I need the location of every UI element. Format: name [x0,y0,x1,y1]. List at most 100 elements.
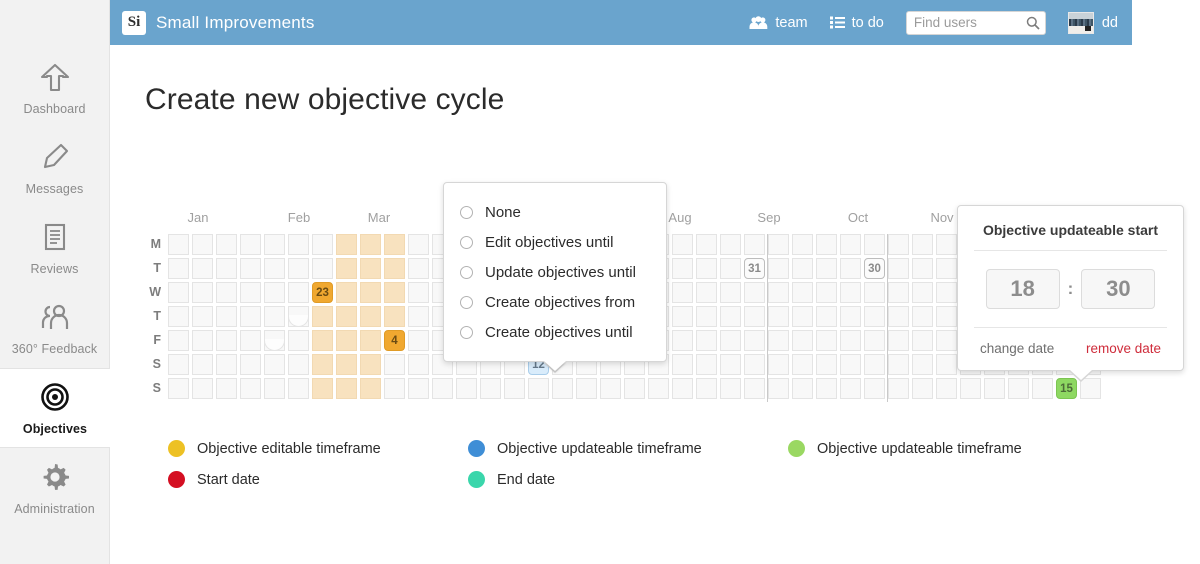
calendar-day-cell[interactable] [408,378,429,399]
calendar-week-column[interactable]: 23 [312,234,336,402]
calendar-week-column[interactable] [192,234,216,402]
calendar-day-cell[interactable] [912,354,933,375]
calendar-day-cell[interactable] [816,330,837,351]
calendar-day-cell[interactable] [480,378,501,399]
sidebar-item-administration[interactable]: Administration [0,448,109,528]
calendar-day-cell[interactable] [768,354,789,375]
calendar-day-cell[interactable] [384,354,405,375]
calendar-day-cell[interactable] [216,234,237,255]
calendar-day-cell[interactable] [192,330,213,351]
calendar-day-cell[interactable] [696,330,717,351]
calendar-day-cell[interactable] [960,378,981,399]
calendar-day-cell[interactable] [840,330,861,351]
radio-option-2[interactable]: Update objectives until [444,257,666,287]
calendar-day-cell[interactable] [240,378,261,399]
calendar-day-cell[interactable] [264,282,285,303]
calendar-day-cell[interactable] [552,378,573,399]
calendar-day-cell[interactable] [216,330,237,351]
calendar-day-cell[interactable] [672,330,693,351]
sidebar-item-reviews[interactable]: Reviews [0,208,109,288]
calendar-day-cell[interactable] [240,258,261,279]
calendar-day-cell[interactable] [840,378,861,399]
calendar-day-cell[interactable] [912,258,933,279]
calendar-day-cell[interactable] [192,306,213,327]
calendar-day-cell[interactable] [936,378,957,399]
calendar-day-cell[interactable] [816,306,837,327]
calendar-day-cell[interactable] [744,306,765,327]
calendar-week-column[interactable] [216,234,240,402]
calendar-day-cell[interactable] [936,330,957,351]
calendar-day-cell[interactable] [528,378,549,399]
calendar-day-cell[interactable] [888,354,909,375]
calendar-day-cell[interactable] [744,234,765,255]
team-link[interactable]: team [749,15,808,31]
sidebar-item-messages[interactable]: Messages [0,128,109,208]
calendar-day-cell[interactable] [360,234,381,255]
calendar-day-cell[interactable] [288,378,309,399]
calendar-day-cell[interactable] [672,378,693,399]
calendar-day-cell[interactable] [984,378,1005,399]
calendar-day-cell[interactable] [648,378,669,399]
calendar-day-cell[interactable] [768,282,789,303]
calendar-day-cell[interactable] [312,330,333,351]
radio-option-3[interactable]: Create objectives from [444,287,666,317]
calendar-week-column[interactable] [768,234,792,402]
calendar-day-cell[interactable] [168,234,189,255]
calendar-week-column[interactable] [336,234,360,402]
calendar-day-cell[interactable] [744,330,765,351]
calendar-day-cell[interactable] [696,282,717,303]
calendar-day-cell[interactable] [744,282,765,303]
calendar-day-cell[interactable] [336,354,357,375]
todo-link[interactable]: to do [829,15,884,31]
calendar-day-cell[interactable] [792,330,813,351]
calendar-day-cell[interactable] [936,306,957,327]
calendar-day-cell[interactable] [360,282,381,303]
calendar-day-cell[interactable] [888,378,909,399]
calendar-day-cell[interactable] [192,234,213,255]
calendar-day-cell[interactable] [240,354,261,375]
calendar-day-cell[interactable] [312,258,333,279]
calendar-day-cell[interactable] [720,306,741,327]
calendar-day-cell[interactable] [768,306,789,327]
calendar-date-marker[interactable]: 31 [744,258,765,279]
calendar-day-cell[interactable] [696,354,717,375]
calendar-day-cell[interactable] [168,258,189,279]
calendar-day-cell[interactable] [936,258,957,279]
search-icon[interactable] [1026,16,1040,35]
calendar-day-cell[interactable] [864,354,885,375]
calendar-day-cell[interactable] [408,306,429,327]
minutes-field[interactable]: 30 [1081,269,1156,309]
calendar-day-cell[interactable] [864,306,885,327]
calendar-week-column[interactable] [672,234,696,402]
calendar-week-column[interactable] [696,234,720,402]
radio-button-icon[interactable] [460,295,473,309]
calendar-day-cell[interactable] [240,234,261,255]
calendar-day-cell[interactable] [744,378,765,399]
calendar-day-cell[interactable] [336,258,357,279]
calendar-day-cell[interactable] [768,234,789,255]
calendar-week-column[interactable] [792,234,816,402]
calendar-day-cell[interactable] [768,378,789,399]
calendar-day-cell[interactable] [720,258,741,279]
calendar-day-cell[interactable] [192,354,213,375]
calendar-day-cell[interactable] [288,234,309,255]
calendar-week-column[interactable]: 31 [744,234,768,402]
calendar-day-cell[interactable] [840,282,861,303]
calendar-day-cell[interactable] [672,282,693,303]
calendar-day-cell[interactable] [912,330,933,351]
calendar-day-cell[interactable] [1008,378,1029,399]
user-menu[interactable]: dd [1067,11,1118,34]
calendar-day-cell[interactable] [384,258,405,279]
calendar-day-cell[interactable] [408,282,429,303]
calendar-day-cell[interactable] [840,258,861,279]
calendar-day-cell[interactable] [384,378,405,399]
calendar-day-cell[interactable] [336,378,357,399]
calendar-day-cell[interactable] [912,282,933,303]
calendar-day-cell[interactable] [888,258,909,279]
calendar-day-cell[interactable] [936,282,957,303]
calendar-day-cell[interactable] [312,354,333,375]
calendar-day-cell[interactable] [600,378,621,399]
calendar-day-cell[interactable] [624,378,645,399]
calendar-day-cell[interactable] [192,282,213,303]
calendar-day-cell[interactable] [384,234,405,255]
